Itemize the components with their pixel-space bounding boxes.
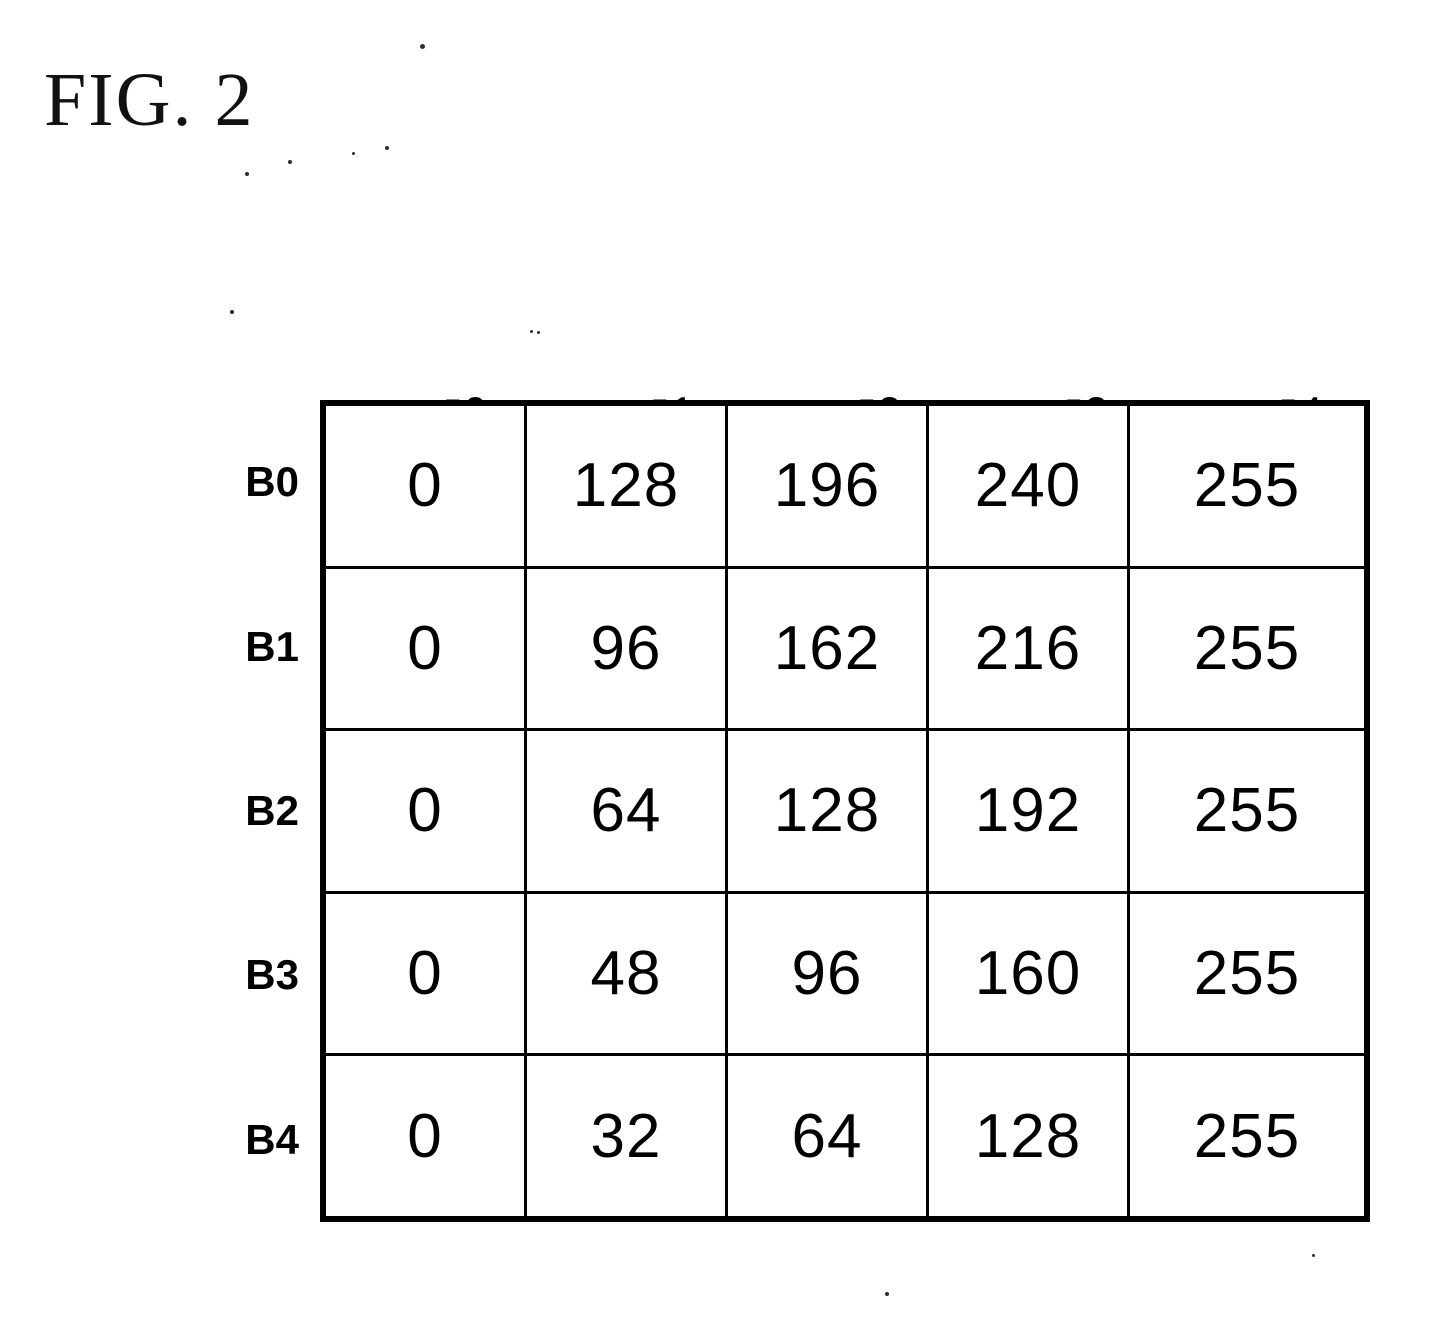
table-cell: 240 — [929, 406, 1130, 566]
figure-table-block: I0 I1 I2 I3 I4 B0 B1 B2 B3 B4 0 128 196 … — [245, 388, 1370, 1222]
value-table: 0 128 196 240 255 0 96 162 216 255 0 64 … — [320, 400, 1370, 1222]
table-cell: 216 — [929, 568, 1130, 729]
table-cell: 255 — [1193, 776, 1301, 846]
column-header-i3: I3 — [941, 322, 1148, 435]
row-header-b0: B0 — [245, 458, 299, 506]
table-cell: 192 — [929, 731, 1130, 891]
table-cell: 0 — [326, 893, 527, 1054]
table-cell: 64 — [527, 731, 728, 891]
column-header-i2: I2 — [734, 322, 941, 435]
table-row: 0 32 64 128 255 — [326, 1056, 1364, 1216]
table-cell: 255 — [1193, 613, 1301, 683]
table-cell: 32 — [527, 1056, 728, 1216]
table-cell: 0 — [326, 406, 527, 566]
scan-speckle — [530, 330, 533, 333]
row-header-b1: B1 — [245, 622, 299, 670]
table-row: 0 48 96 160 255 — [326, 893, 1364, 1057]
row-header-b3: B3 — [245, 951, 299, 999]
column-header-row: I0 I1 I2 I3 I4 — [320, 322, 1370, 435]
row-header-b2: B2 — [245, 786, 299, 834]
scan-speckle — [245, 172, 249, 176]
table-cell: 128 — [929, 1056, 1130, 1216]
scan-speckle — [288, 160, 292, 164]
column-header-i0: I0 — [320, 322, 527, 435]
table-cell: 128 — [728, 731, 929, 891]
table-cell: 48 — [527, 893, 728, 1054]
page-title: FIG. 2 — [44, 58, 255, 142]
table-row: 0 64 128 192 255 — [326, 731, 1364, 894]
scan-speckle — [230, 310, 234, 314]
table-cell: 128 — [527, 406, 728, 566]
table-cell: 0 — [326, 568, 527, 729]
row-header-b4: B4 — [245, 1115, 299, 1163]
scan-speckle — [537, 331, 540, 334]
table-cell: 160 — [929, 893, 1130, 1054]
scan-speckle — [885, 1292, 889, 1296]
scan-speckle — [420, 44, 425, 49]
table-row: 0 128 196 240 255 — [326, 406, 1364, 569]
table-cell: 255 — [1193, 451, 1301, 521]
table-cell: 0 — [326, 1056, 527, 1216]
scan-speckle — [1312, 1254, 1315, 1257]
table-cell: 0 — [326, 731, 527, 891]
table-row: 0 96 162 216 255 — [326, 568, 1364, 732]
table-cell: 96 — [527, 568, 728, 729]
table-cell: 255 — [1193, 939, 1301, 1009]
scan-speckle — [352, 152, 355, 155]
table-cell: 196 — [728, 406, 929, 566]
table-cell: 96 — [728, 893, 929, 1054]
table-cell: 64 — [728, 1056, 929, 1216]
column-header-i1: I1 — [527, 322, 734, 435]
column-header-i4: I4 — [1148, 322, 1370, 435]
table-cell: 255 — [1193, 1101, 1301, 1171]
table-cell: 162 — [728, 568, 929, 729]
row-header-column: B0 B1 B2 B3 B4 — [185, 400, 305, 1222]
scan-speckle — [385, 146, 389, 150]
